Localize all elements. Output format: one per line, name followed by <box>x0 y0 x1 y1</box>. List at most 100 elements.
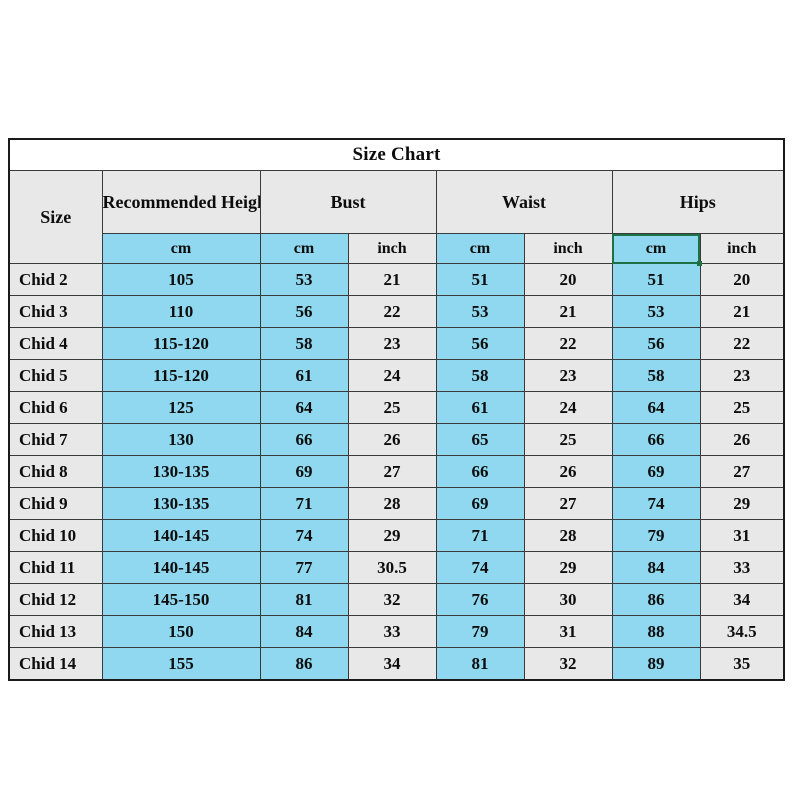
table-cell[interactable]: 28 <box>347 487 437 520</box>
table-cell[interactable]: 34.5 <box>699 615 785 648</box>
unit-waist-inch[interactable]: inch <box>523 233 613 264</box>
table-cell[interactable]: 27 <box>699 455 785 488</box>
table-cell[interactable]: 58 <box>435 359 525 392</box>
row-size-label[interactable]: Chid 7 <box>8 423 103 456</box>
table-cell[interactable]: 26 <box>347 423 437 456</box>
unit-hips-inch[interactable]: inch <box>699 233 785 264</box>
table-cell[interactable]: 21 <box>699 295 785 328</box>
table-cell[interactable]: 79 <box>611 519 701 552</box>
table-cell[interactable]: 69 <box>435 487 525 520</box>
row-size-label[interactable]: Chid 6 <box>8 391 103 424</box>
row-size-label[interactable]: Chid 8 <box>8 455 103 488</box>
table-cell[interactable]: 130-135 <box>101 487 261 520</box>
table-cell[interactable]: 115-120 <box>101 327 261 360</box>
row-size-label[interactable]: Chid 4 <box>8 327 103 360</box>
table-cell[interactable]: 105 <box>101 263 261 296</box>
table-cell[interactable]: 66 <box>611 423 701 456</box>
table-cell[interactable]: 31 <box>523 615 613 648</box>
table-cell[interactable]: 115-120 <box>101 359 261 392</box>
table-cell[interactable]: 32 <box>523 647 613 681</box>
table-cell[interactable]: 26 <box>699 423 785 456</box>
table-cell[interactable]: 74 <box>611 487 701 520</box>
table-cell[interactable]: 81 <box>435 647 525 681</box>
table-cell[interactable]: 86 <box>611 583 701 616</box>
row-size-label[interactable]: Chid 5 <box>8 359 103 392</box>
table-cell[interactable]: 74 <box>435 551 525 584</box>
selection-fill-handle[interactable] <box>697 260 702 266</box>
table-cell[interactable]: 81 <box>259 583 349 616</box>
unit-bust-cm[interactable]: cm <box>259 233 349 264</box>
table-cell[interactable]: 76 <box>435 583 525 616</box>
table-cell[interactable]: 58 <box>611 359 701 392</box>
table-cell[interactable]: 25 <box>523 423 613 456</box>
table-cell[interactable]: 66 <box>259 423 349 456</box>
row-size-label[interactable]: Chid 3 <box>8 295 103 328</box>
table-cell[interactable]: 77 <box>259 551 349 584</box>
row-size-label[interactable]: Chid 13 <box>8 615 103 648</box>
table-cell[interactable]: 24 <box>347 359 437 392</box>
table-cell[interactable]: 125 <box>101 391 261 424</box>
table-cell[interactable]: 20 <box>699 263 785 296</box>
table-cell[interactable]: 79 <box>435 615 525 648</box>
table-cell[interactable]: 28 <box>523 519 613 552</box>
table-cell[interactable]: 21 <box>347 263 437 296</box>
table-cell[interactable]: 26 <box>523 455 613 488</box>
table-cell[interactable]: 51 <box>435 263 525 296</box>
row-size-label[interactable]: Chid 14 <box>8 647 103 681</box>
table-cell[interactable]: 74 <box>259 519 349 552</box>
table-cell[interactable]: 22 <box>523 327 613 360</box>
row-size-label[interactable]: Chid 2 <box>8 263 103 296</box>
table-cell[interactable]: 66 <box>435 455 525 488</box>
table-cell[interactable]: 155 <box>101 647 261 681</box>
table-cell[interactable]: 35 <box>699 647 785 681</box>
table-cell[interactable]: 58 <box>259 327 349 360</box>
table-cell[interactable]: 86 <box>259 647 349 681</box>
table-cell[interactable]: 51 <box>611 263 701 296</box>
table-cell[interactable]: 20 <box>523 263 613 296</box>
table-cell[interactable]: 25 <box>699 391 785 424</box>
table-cell[interactable]: 24 <box>523 391 613 424</box>
table-cell[interactable]: 84 <box>259 615 349 648</box>
table-cell[interactable]: 61 <box>435 391 525 424</box>
table-cell[interactable]: 64 <box>611 391 701 424</box>
table-cell[interactable]: 69 <box>611 455 701 488</box>
table-cell[interactable]: 22 <box>699 327 785 360</box>
table-cell[interactable]: 29 <box>347 519 437 552</box>
row-size-label[interactable]: Chid 9 <box>8 487 103 520</box>
unit-bust-inch[interactable]: inch <box>347 233 437 264</box>
table-cell[interactable]: 53 <box>259 263 349 296</box>
table-cell[interactable]: 30.5 <box>347 551 437 584</box>
table-cell[interactable]: 71 <box>259 487 349 520</box>
table-cell[interactable]: 31 <box>699 519 785 552</box>
row-size-label[interactable]: Chid 11 <box>8 551 103 584</box>
table-cell[interactable]: 84 <box>611 551 701 584</box>
row-size-label[interactable]: Chid 10 <box>8 519 103 552</box>
table-cell[interactable]: 150 <box>101 615 261 648</box>
table-cell[interactable]: 140-145 <box>101 519 261 552</box>
table-cell[interactable]: 71 <box>435 519 525 552</box>
unit-waist-cm[interactable]: cm <box>435 233 525 264</box>
table-cell[interactable]: 130-135 <box>101 455 261 488</box>
table-cell[interactable]: 64 <box>259 391 349 424</box>
table-cell[interactable]: 53 <box>435 295 525 328</box>
table-cell[interactable]: 130 <box>101 423 261 456</box>
unit-hips-cm[interactable]: cm <box>611 233 701 264</box>
table-cell[interactable]: 29 <box>699 487 785 520</box>
table-cell[interactable]: 61 <box>259 359 349 392</box>
table-cell[interactable]: 56 <box>435 327 525 360</box>
table-cell[interactable]: 23 <box>523 359 613 392</box>
table-cell[interactable]: 56 <box>611 327 701 360</box>
table-cell[interactable]: 33 <box>347 615 437 648</box>
table-cell[interactable]: 22 <box>347 295 437 328</box>
table-cell[interactable]: 25 <box>347 391 437 424</box>
table-cell[interactable]: 32 <box>347 583 437 616</box>
table-cell[interactable]: 23 <box>699 359 785 392</box>
table-cell[interactable]: 30 <box>523 583 613 616</box>
table-cell[interactable]: 29 <box>523 551 613 584</box>
table-cell[interactable]: 69 <box>259 455 349 488</box>
table-cell[interactable]: 89 <box>611 647 701 681</box>
table-cell[interactable]: 27 <box>523 487 613 520</box>
table-cell[interactable]: 65 <box>435 423 525 456</box>
table-cell[interactable]: 33 <box>699 551 785 584</box>
table-cell[interactable]: 53 <box>611 295 701 328</box>
